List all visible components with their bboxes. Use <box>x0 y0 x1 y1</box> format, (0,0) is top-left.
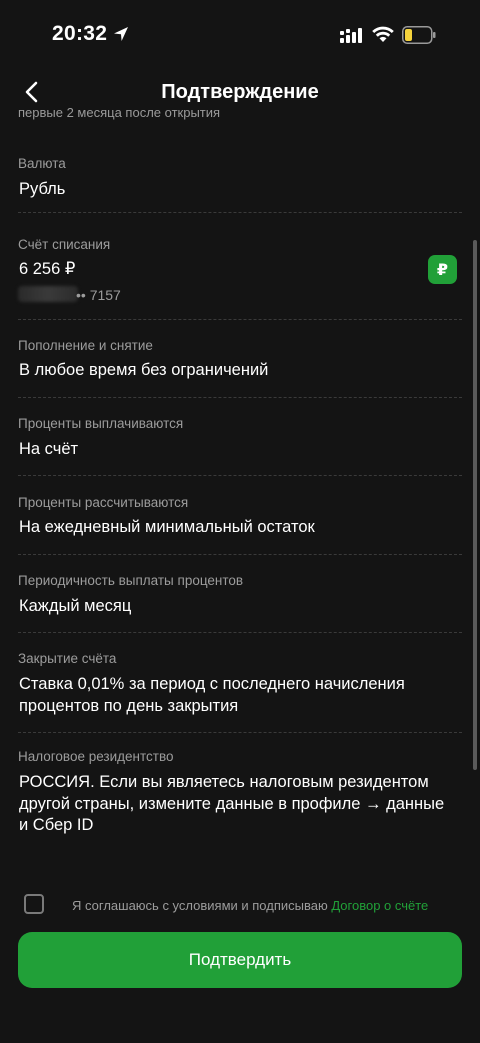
debit-account-label: Счёт списания <box>18 237 111 252</box>
interest-calculation-label: Проценты рассчитываются <box>18 495 189 510</box>
agreement-text-label: Я соглашаюсь с условиями и подписываю <box>72 898 328 913</box>
confirmation-details[interactable]: первые 2 месяца после открытия Валюта Ру… <box>0 108 480 878</box>
account-closing-value: Ставка 0,01% за период с последнего начи… <box>19 675 405 715</box>
home-indicator <box>172 1026 308 1031</box>
divider <box>18 632 462 633</box>
agreement-text: Я соглашаюсь с условиями и подписываю До… <box>72 898 428 913</box>
agreement-checkbox[interactable] <box>24 894 44 914</box>
interest-paid-label: Проценты выплачиваются <box>18 416 184 431</box>
partially-hidden-text: первые 2 месяца после открытия <box>18 108 221 120</box>
interest-paid-value: На счёт <box>19 440 79 458</box>
divider <box>18 397 462 398</box>
status-bar: 20:32 <box>0 0 480 70</box>
confirm-button[interactable]: Подтвердить <box>18 932 462 988</box>
payout-period-label: Периодичность выплаты процентов <box>18 573 244 588</box>
currency-label: Валюта <box>18 156 66 171</box>
agreement-row: Я соглашаюсь с условиями и подписываю До… <box>0 894 480 918</box>
ruble-card-icon: ₽ <box>428 255 457 284</box>
replenishment-value: В любое время без ограничений <box>19 361 269 379</box>
status-time: 20:32 <box>52 22 108 45</box>
replenishment-label: Пополнение и снятие <box>18 338 153 353</box>
currency-value: Рубль <box>19 180 66 198</box>
account-agreement-link[interactable]: Договор о счёте <box>331 898 428 913</box>
account-balance: 6 256 ₽ <box>19 260 76 278</box>
divider <box>18 212 462 213</box>
interest-calculation-value: На ежедневный минимальный остаток <box>19 518 315 536</box>
account-closing-label: Закрытие счёта <box>18 651 117 666</box>
battery-icon <box>402 26 436 44</box>
masked-account-number <box>18 286 78 302</box>
scrollbar[interactable] <box>473 240 477 770</box>
divider <box>18 319 462 320</box>
cellular-signal-icon <box>340 28 362 43</box>
account-number-suffix: •• 7157 <box>76 287 121 303</box>
divider <box>18 475 462 476</box>
wifi-icon <box>372 26 394 42</box>
payout-period-value: Каждый месяц <box>19 597 132 615</box>
location-arrow-icon <box>114 27 128 41</box>
tax-residency-label: Налоговое резидентство <box>18 749 174 764</box>
tax-residency-value: РОССИЯ. Если вы являетесь налоговым рези… <box>19 773 445 834</box>
page-title: Подтверждение <box>161 81 319 103</box>
divider <box>18 554 462 555</box>
divider <box>18 732 462 733</box>
